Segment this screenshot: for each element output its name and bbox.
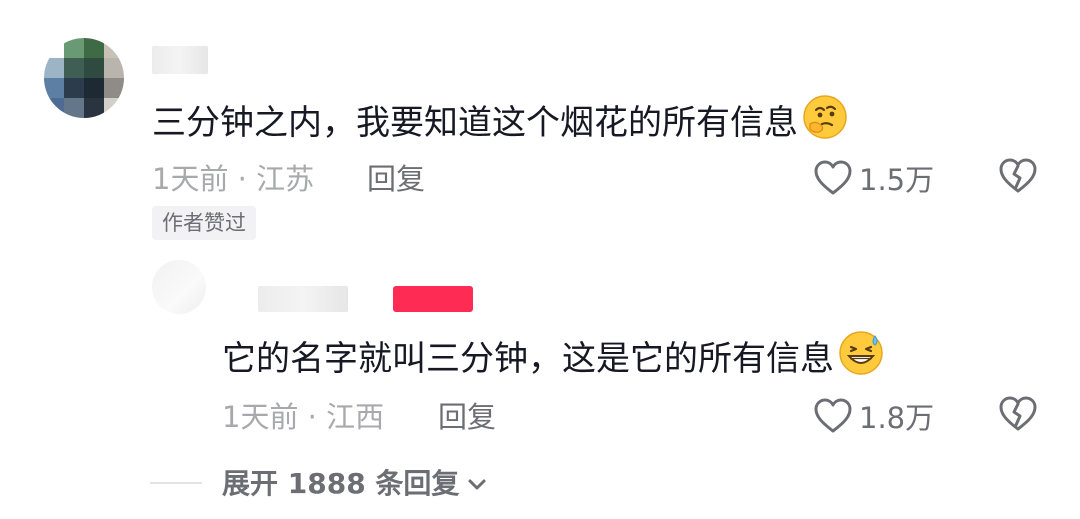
comment-text-content: 三分钟之内，我要知道这个烟花的所有信息 (152, 102, 798, 143)
reply-like-button[interactable]: 1.8万 (813, 395, 934, 437)
thinking-face-emoji-icon (802, 94, 848, 151)
comment-meta: 1天前 · 江苏 (152, 162, 315, 196)
reply-text: 它的名字就叫三分钟，这是它的所有信息 (222, 330, 884, 387)
comment-reply-button[interactable]: 回复 (367, 156, 425, 198)
reply-text-content: 它的名字就叫三分钟，这是它的所有信息 (222, 338, 834, 379)
replier-avatar[interactable] (152, 260, 206, 314)
reply-dislike-button[interactable] (998, 395, 1038, 433)
broken-heart-icon (998, 157, 1038, 195)
author-tag (393, 286, 473, 312)
commenter-name[interactable] (152, 46, 208, 74)
reply-like-count: 1.8万 (859, 401, 935, 435)
expand-replies-label: 展开 1888 条回复 (222, 467, 460, 500)
heart-outline-icon (813, 159, 853, 197)
commenter-avatar[interactable] (44, 38, 124, 118)
comment-location: 江苏 (256, 162, 315, 196)
comment-like-count: 1.5万 (859, 163, 935, 197)
chevron-down-icon (467, 466, 487, 499)
reply-location: 江西 (326, 400, 385, 434)
comment-dislike-button[interactable] (998, 157, 1038, 195)
heart-outline-icon (813, 397, 853, 435)
reply-meta: 1天前 · 江西 (222, 400, 385, 434)
expand-replies-button[interactable]: 展开 1888 条回复 (222, 462, 487, 502)
author-liked-badge: 作者赞过 (152, 206, 256, 240)
comment-time: 1天前 (152, 162, 229, 196)
reply-reply-button[interactable]: 回复 (438, 394, 496, 436)
broken-heart-icon (998, 395, 1038, 433)
reply-time: 1天前 (222, 400, 299, 434)
expand-divider (150, 482, 202, 484)
replier-name[interactable] (258, 286, 348, 312)
grinning-sweat-emoji-icon (838, 330, 884, 387)
comment-like-button[interactable]: 1.5万 (813, 157, 934, 199)
comment-text: 三分钟之内，我要知道这个烟花的所有信息 (152, 94, 848, 151)
